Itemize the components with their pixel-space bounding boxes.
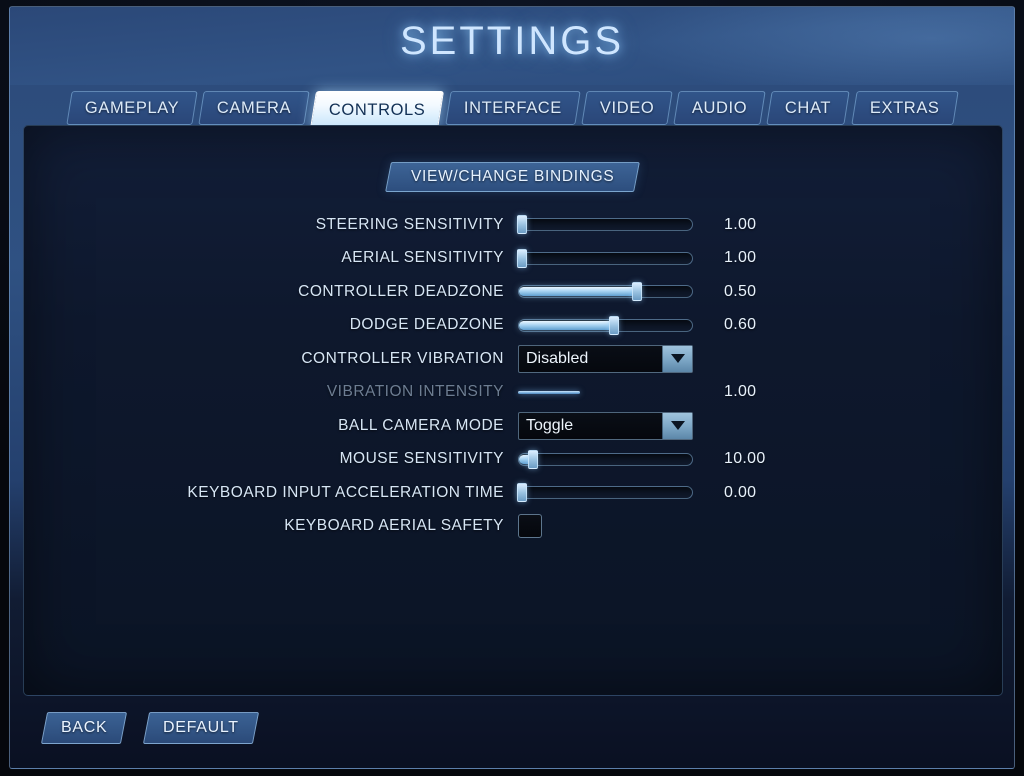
setting-label: CONTROLLER DEADZONE bbox=[298, 282, 504, 300]
tab-gameplay[interactable]: GAMEPLAY bbox=[66, 91, 198, 125]
slider[interactable] bbox=[518, 282, 693, 302]
setting-row: CONTROLLER VIBRATION Disabled bbox=[24, 342, 1002, 376]
setting-control bbox=[517, 248, 693, 268]
setting-label: VIBRATION INTENSITY bbox=[326, 383, 504, 401]
setting-row: AERIAL SENSITIVITY 1.00 bbox=[24, 242, 1002, 276]
tab-label: CAMERA bbox=[217, 98, 292, 117]
tab-controls[interactable]: CONTROLS bbox=[310, 91, 445, 129]
setting-label: DODGE DEADZONE bbox=[349, 316, 504, 334]
page-title: SETTINGS bbox=[399, 19, 625, 63]
dropdown-value: Toggle bbox=[526, 416, 574, 434]
window-footer: BACK DEFAULT bbox=[10, 700, 1014, 768]
tab-interface[interactable]: INTERFACE bbox=[445, 91, 581, 125]
setting-row: KEYBOARD AERIAL SAFETY bbox=[24, 510, 1002, 544]
setting-label: BALL CAMERA MODE bbox=[338, 416, 504, 434]
tab-label: EXTRAS bbox=[869, 98, 940, 117]
button-label: BACK bbox=[61, 719, 108, 736]
footer-button-group: BACK DEFAULT bbox=[40, 712, 260, 744]
setting-row: MOUSE SENSITIVITY 10.00 bbox=[24, 443, 1002, 477]
tab-extras[interactable]: EXTRAS bbox=[850, 91, 958, 125]
setting-label: MOUSE SENSITIVITY bbox=[339, 450, 504, 468]
window-header: SETTINGS bbox=[10, 7, 1014, 85]
setting-control bbox=[518, 514, 542, 539]
tab-label: INTERFACE bbox=[463, 98, 562, 117]
setting-control bbox=[517, 215, 693, 235]
tab-audio[interactable]: AUDIO bbox=[673, 91, 767, 125]
tab-video[interactable]: VIDEO bbox=[581, 91, 673, 125]
setting-value: 0.00 bbox=[724, 483, 757, 501]
setting-value: 1.00 bbox=[724, 383, 757, 401]
slider-handle[interactable] bbox=[609, 315, 620, 335]
slider bbox=[518, 386, 693, 399]
view-change-bindings-label: VIEW/CHANGE BINDINGS bbox=[411, 168, 615, 185]
setting-value: 10.00 bbox=[724, 450, 766, 468]
settings-window: SETTINGS GAMEPLAY CAMERA CONTROLS INTERFACE… bbox=[9, 6, 1015, 769]
checkbox[interactable] bbox=[518, 514, 542, 539]
view-change-bindings-button[interactable]: VIEW/CHANGE BINDINGS bbox=[385, 162, 641, 192]
setting-control: Toggle bbox=[518, 411, 693, 440]
setting-value: 1.00 bbox=[724, 215, 757, 233]
setting-control bbox=[518, 449, 693, 469]
button-label: DEFAULT bbox=[163, 719, 240, 736]
tab-camera[interactable]: CAMERA bbox=[198, 91, 311, 125]
setting-control bbox=[518, 282, 693, 302]
controls-settings-panel: VIEW/CHANGE BINDINGS STEERING SENSITIVIT… bbox=[23, 125, 1003, 696]
setting-label: CONTROLLER VIBRATION bbox=[301, 349, 504, 367]
slider[interactable] bbox=[517, 215, 693, 235]
slider-handle[interactable] bbox=[517, 483, 528, 503]
slider-handle[interactable] bbox=[517, 215, 528, 235]
setting-row: KEYBOARD INPUT ACCELERATION TIME 0.00 bbox=[24, 476, 1002, 510]
setting-label: STEERING SENSITIVITY bbox=[315, 215, 504, 233]
setting-value: 0.50 bbox=[724, 282, 757, 300]
setting-label: AERIAL SENSITIVITY bbox=[341, 249, 504, 267]
default-button[interactable]: DEFAULT bbox=[143, 712, 260, 744]
slider[interactable] bbox=[517, 248, 693, 268]
setting-control bbox=[518, 315, 693, 335]
bindings-button-container: VIEW/CHANGE BINDINGS bbox=[24, 162, 1002, 192]
slider[interactable] bbox=[517, 483, 693, 503]
chevron-down-icon[interactable] bbox=[662, 412, 692, 439]
slider-handle[interactable] bbox=[631, 282, 642, 302]
slider-handle[interactable] bbox=[517, 248, 528, 268]
setting-label: KEYBOARD INPUT ACCELERATION TIME bbox=[187, 483, 504, 501]
tab-label: GAMEPLAY bbox=[84, 98, 180, 117]
setting-value: 0.60 bbox=[724, 316, 757, 334]
slider[interactable] bbox=[518, 449, 693, 469]
tab-label: VIDEO bbox=[599, 98, 655, 117]
slider-fill bbox=[518, 390, 580, 394]
slider[interactable] bbox=[518, 315, 693, 335]
tab-label: CHAT bbox=[785, 98, 832, 117]
dropdown[interactable]: Toggle bbox=[518, 411, 693, 440]
settings-rows: STEERING SENSITIVITY 1.00 AERIAL SENSITIVI… bbox=[24, 208, 1002, 543]
tab-label: CONTROLS bbox=[329, 100, 426, 119]
setting-control bbox=[517, 483, 693, 503]
game-settings-screen: SETTINGS GAMEPLAY CAMERA CONTROLS INTERFACE… bbox=[0, 0, 1024, 776]
back-button[interactable]: BACK bbox=[40, 712, 128, 744]
tab-label: AUDIO bbox=[692, 98, 748, 117]
slider-handle[interactable] bbox=[527, 449, 538, 469]
setting-row: DODGE DEADZONE 0.60 bbox=[24, 309, 1002, 343]
dropdown-value: Disabled bbox=[526, 349, 589, 367]
setting-label: KEYBOARD AERIAL SAFETY bbox=[284, 517, 504, 535]
setting-row: CONTROLLER DEADZONE 0.50 bbox=[24, 275, 1002, 309]
settings-tab-bar: GAMEPLAY CAMERA CONTROLS INTERFACE VIDEO AUDI… bbox=[10, 91, 1014, 129]
slider-fill bbox=[519, 320, 615, 330]
chevron-down-icon[interactable] bbox=[662, 345, 692, 372]
setting-control: Disabled bbox=[518, 344, 693, 373]
tab-chat[interactable]: CHAT bbox=[766, 91, 851, 125]
slider-fill bbox=[519, 287, 637, 297]
setting-row: BALL CAMERA MODE Toggle bbox=[24, 409, 1002, 443]
dropdown[interactable]: Disabled bbox=[518, 344, 693, 373]
setting-control bbox=[518, 386, 693, 399]
setting-row: VIBRATION INTENSITY 1.00 bbox=[24, 376, 1002, 410]
setting-value: 1.00 bbox=[724, 249, 757, 267]
setting-row: STEERING SENSITIVITY 1.00 bbox=[24, 208, 1002, 242]
